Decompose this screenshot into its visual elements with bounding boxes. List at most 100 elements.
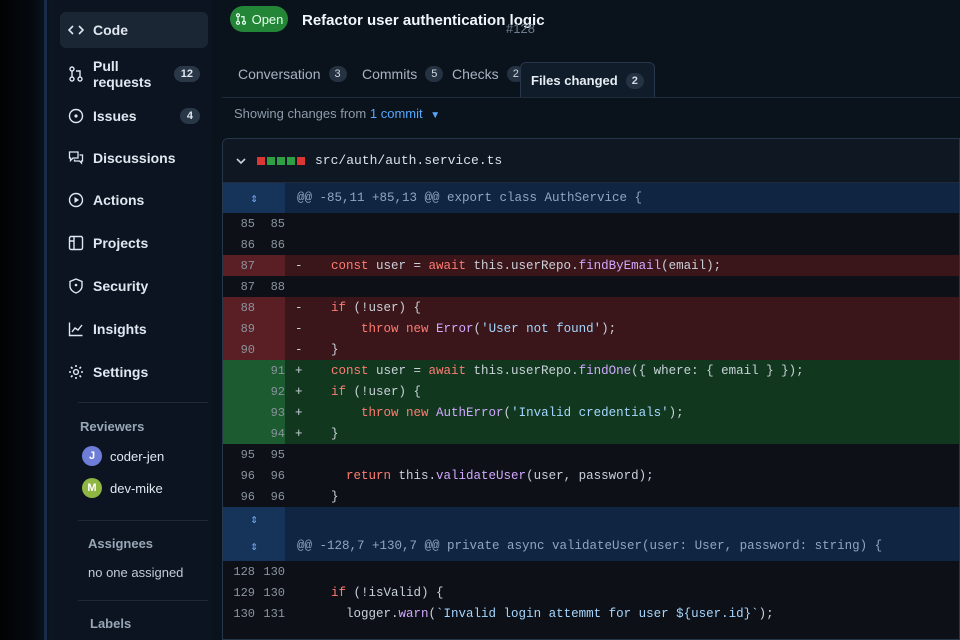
issues-count: 4	[179, 108, 200, 124]
sidebar-item-label: Projects	[93, 235, 149, 251]
expand-icon[interactable]: ⇕	[223, 183, 285, 213]
old-line-number[interactable]: 90	[225, 339, 255, 361]
sidebar-item-projects[interactable]: Projects	[60, 225, 208, 261]
code-token: (!user) {	[353, 301, 422, 315]
added-line: 93 + throw new AuthError('Invalid credent…	[223, 402, 959, 424]
new-line-number[interactable]: 131	[255, 603, 285, 625]
expand-row: ⇕	[223, 507, 959, 531]
new-line-number[interactable]: 130	[255, 561, 285, 583]
old-line-number[interactable]: 89	[225, 318, 255, 340]
old-line-number[interactable]: 86	[225, 234, 255, 256]
code-icon	[68, 25, 84, 35]
sidebar-item-security[interactable]: Security	[60, 268, 208, 304]
diff-file: src/auth/auth.service.ts ⇕ @@ -85,11 +85,…	[222, 138, 960, 640]
old-line-number[interactable]: 129	[225, 582, 255, 604]
sidebar-item-issues[interactable]: Issues 4	[60, 98, 208, 134]
sidebar-item-label: Discussions	[93, 150, 176, 166]
code-token: );	[668, 406, 684, 420]
chevron-down-icon[interactable]	[235, 155, 247, 167]
status-label: Open	[251, 11, 284, 27]
new-line-number[interactable]: 85	[255, 213, 285, 235]
code-token: this.userRepo.	[473, 259, 579, 273]
expand-icon[interactable]: ⇕	[223, 531, 285, 561]
old-line-number[interactable]: 96	[225, 465, 255, 487]
old-line-number[interactable]: 130	[225, 603, 255, 625]
tab-count: 5	[425, 66, 444, 82]
old-line-number[interactable]: 96	[225, 486, 255, 508]
tab-files-changed[interactable]: Files changed 2	[520, 62, 655, 98]
reviewer-item[interactable]: M dev-mike	[82, 478, 163, 498]
sidebar-item-insights[interactable]: Insights	[60, 311, 208, 347]
diff-sign: -	[295, 322, 303, 336]
code-content: if (!user) {	[331, 297, 421, 319]
new-line-number[interactable]: 88	[255, 276, 285, 298]
code-token: (user, password);	[526, 469, 654, 483]
reviewer-item[interactable]: J coder-jen	[82, 446, 164, 466]
old-line-number[interactable]: 128	[225, 561, 255, 583]
code-token: (!isValid) {	[353, 586, 444, 600]
code-content: logger.warn(`Invalid login attemmt for u…	[331, 603, 774, 625]
sidebar-item-discussions[interactable]: Discussions	[60, 140, 208, 176]
context-line: 85 85	[223, 213, 959, 235]
old-line-number[interactable]: 87	[225, 255, 255, 277]
code-token: ({ where: { email } });	[631, 364, 804, 378]
code-token: user =	[376, 259, 429, 273]
sidebar-item-code[interactable]: Code	[60, 12, 208, 48]
commit-range-link[interactable]: 1 commit	[370, 106, 423, 121]
context-line: 95 95	[223, 444, 959, 466]
code-token: (email);	[661, 259, 722, 273]
code-token: AuthError	[436, 406, 504, 420]
sidebar-item-settings[interactable]: Settings	[60, 354, 208, 390]
code-token: (	[503, 406, 512, 420]
code-token: warn	[398, 607, 429, 621]
new-line-number[interactable]: 94	[255, 423, 285, 445]
diffstat-square	[277, 156, 285, 165]
new-line-number[interactable]: 86	[255, 234, 285, 256]
reviewer-name: coder-jen	[110, 448, 165, 464]
table-icon	[68, 235, 84, 251]
new-line-number[interactable]: 130	[255, 582, 285, 604]
new-line-number[interactable]: 95	[255, 444, 285, 466]
file-path[interactable]: src/auth/auth.service.ts	[315, 153, 502, 168]
sidebar-item-actions[interactable]: Actions	[60, 182, 208, 218]
diff-sign: +	[295, 406, 303, 420]
issue-icon	[68, 108, 84, 124]
labels-heading: Labels	[90, 616, 132, 631]
added-line: 92 + if (!user) {	[223, 381, 959, 403]
code-token: if	[331, 301, 354, 315]
pull-request-main: Open Refactor user authentication logic …	[212, 0, 960, 640]
code-token: throw new	[361, 406, 437, 420]
status-badge: Open	[230, 6, 288, 32]
expand-icon[interactable]: ⇕	[223, 507, 285, 531]
tab-commits[interactable]: Commits 5	[352, 56, 453, 92]
sidebar-item-pull-requests[interactable]: Pull requests 12	[60, 56, 208, 92]
hunk-header-text: @@ -85,11 +85,13 @@ export class AuthSer…	[297, 191, 643, 205]
sidebar-item-label: Security	[93, 278, 149, 294]
new-line-number[interactable]: 93	[255, 402, 285, 424]
old-line-number[interactable]: 95	[225, 444, 255, 466]
assignees-value[interactable]: no one assigned	[88, 565, 183, 580]
tab-conversation[interactable]: Conversation 3	[228, 56, 357, 92]
code-content: if (!user) {	[331, 381, 421, 403]
sidebar-item-label: Pull requests	[93, 58, 152, 90]
code-token: const	[331, 364, 377, 378]
old-line-number[interactable]: 88	[225, 297, 255, 319]
diffstat-square	[257, 156, 265, 165]
new-line-number[interactable]: 96	[255, 486, 285, 508]
new-line-number[interactable]: 92	[255, 381, 285, 403]
code-token: throw new	[361, 322, 437, 336]
chevron-down-icon[interactable]: ▼	[430, 110, 440, 121]
diffstat	[257, 156, 305, 165]
new-line-number[interactable]: 91	[255, 360, 285, 382]
git-pull-request-icon	[69, 66, 83, 82]
diffstat-square	[267, 156, 275, 165]
tab-label: Conversation	[238, 66, 321, 82]
old-line-number[interactable]: 85	[225, 213, 255, 235]
monitor-bezel-edge	[44, 0, 47, 640]
new-line-number[interactable]: 96	[255, 465, 285, 487]
code-token: );	[601, 322, 617, 336]
old-line-number[interactable]: 87	[225, 276, 255, 298]
